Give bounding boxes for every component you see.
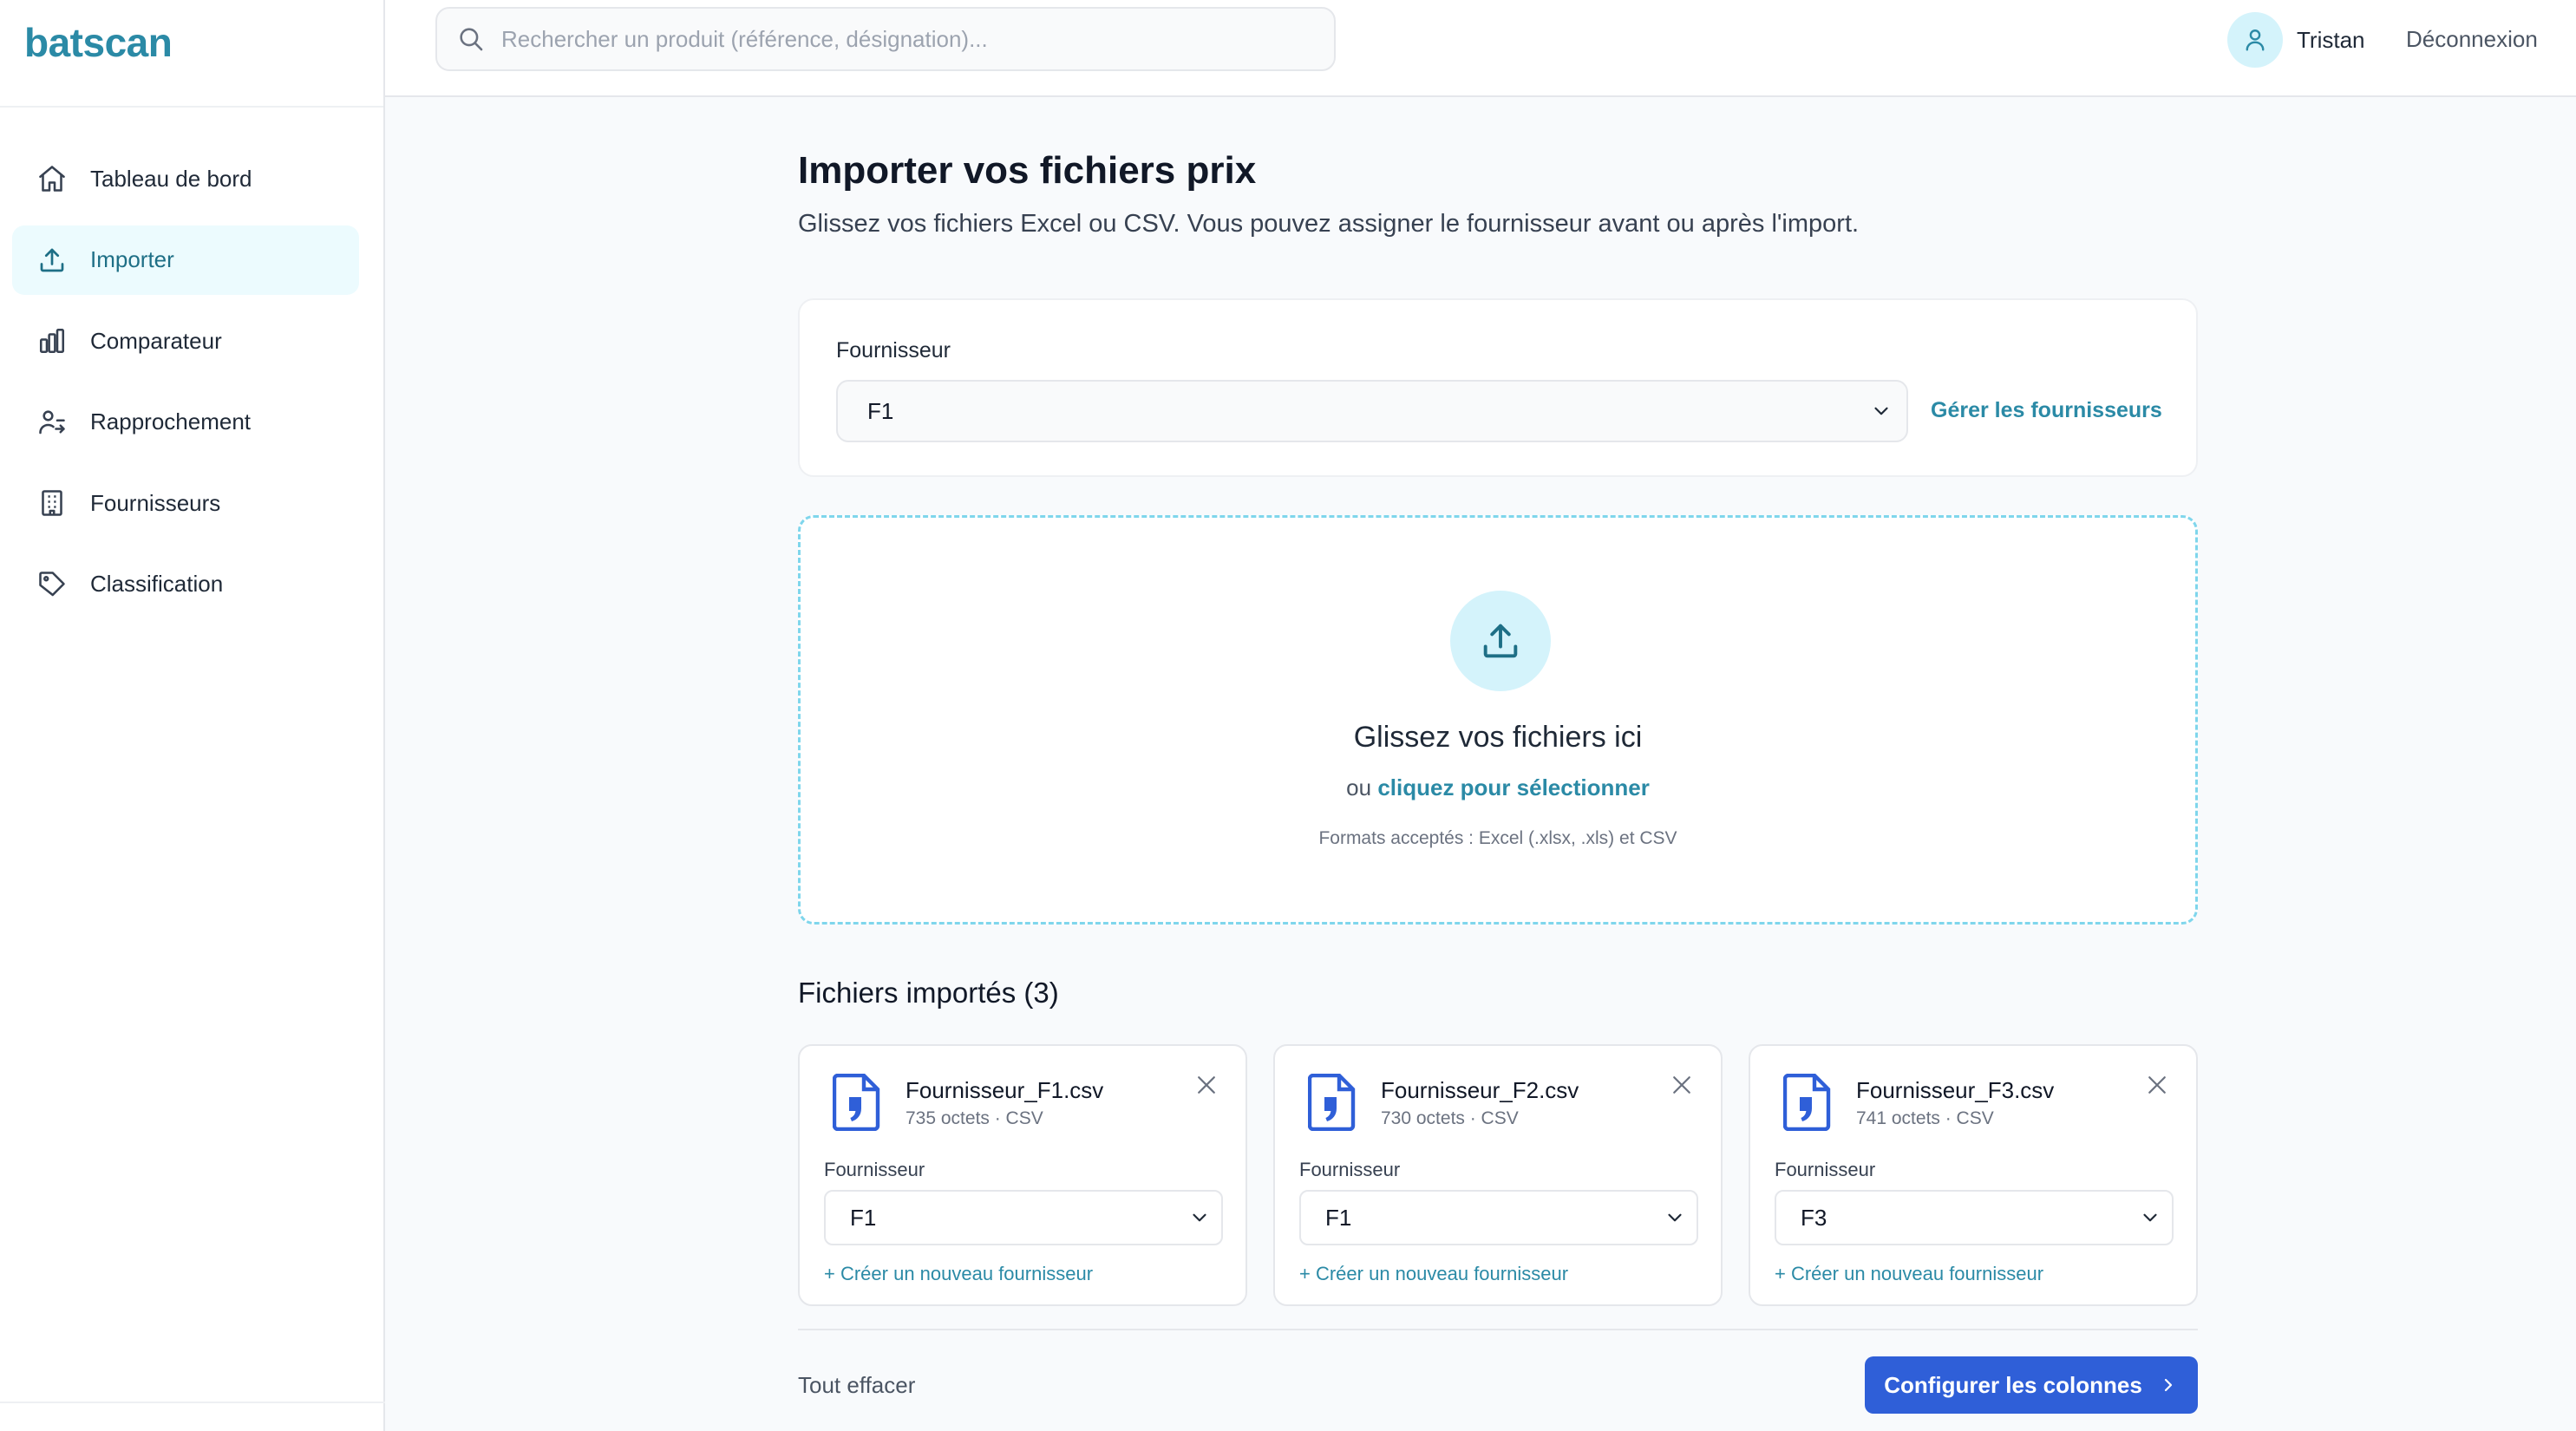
sidebar-item-tableau-de-bord[interactable]: Tableau de bord: [12, 144, 359, 213]
configure-columns-label: Configurer les colonnes: [1884, 1371, 2142, 1398]
sidebar-item-label: Classification: [90, 571, 224, 597]
file-supplier-select[interactable]: F1: [824, 1190, 1223, 1245]
file-dropzone[interactable]: Glissez vos fichiers ici ou cliquez pour…: [798, 515, 2198, 925]
csv-file-icon: [1782, 1073, 1832, 1132]
search-box[interactable]: [435, 7, 1336, 71]
file-card: Fournisseur_F2.csv 730 octets · CSV Four…: [1273, 1044, 1723, 1306]
dropzone-upload-badge: [1450, 591, 1551, 691]
chevron-right-icon: [2158, 1375, 2179, 1395]
sidebar-item-rapprochement[interactable]: Rapprochement: [12, 388, 359, 457]
bar-chart-icon: [36, 325, 68, 356]
dropzone-prefix: ou: [1346, 774, 1372, 800]
file-supplier-select[interactable]: F1: [1299, 1190, 1698, 1245]
search-input[interactable]: [501, 25, 1282, 53]
chevron-down-icon: [2139, 1206, 2161, 1229]
sidebar-item-label: Comparateur: [90, 327, 222, 354]
user-name: Tristan: [2297, 26, 2365, 53]
supplier-card: Fournisseur F1 Gérer les fournisseurs: [798, 298, 2198, 477]
imported-files-title: Fichiers importés (3): [798, 977, 1059, 1009]
sidebar: batscan Tableau de bord Importer Compara…: [0, 0, 385, 1431]
create-supplier-link[interactable]: + Créer un nouveau fournisseur: [1775, 1263, 2043, 1285]
configure-columns-button[interactable]: Configurer les colonnes: [1865, 1356, 2198, 1414]
select-files-link[interactable]: cliquez pour sélectionner: [1377, 774, 1650, 800]
sidebar-divider: [0, 1402, 385, 1403]
csv-file-icon: [832, 1073, 881, 1132]
sidebar-item-label: Tableau de bord: [90, 165, 252, 192]
remove-file-close-icon[interactable]: [1193, 1072, 1219, 1098]
file-supplier-value: F1: [1325, 1204, 1352, 1231]
topbar: Tristan Déconnexion: [385, 0, 2576, 97]
chevron-down-icon: [1188, 1206, 1211, 1229]
sidebar-item-label: Fournisseurs: [90, 489, 221, 516]
create-supplier-link[interactable]: + Créer un nouveau fournisseur: [824, 1263, 1093, 1285]
reconcile-icon: [36, 407, 68, 438]
file-supplier-value: F1: [850, 1204, 877, 1231]
sidebar-item-label: Rapprochement: [90, 408, 251, 435]
create-supplier-link[interactable]: + Créer un nouveau fournisseur: [1299, 1263, 1568, 1285]
chevron-down-icon: [1870, 400, 1893, 422]
file-supplier-label: Fournisseur: [824, 1159, 925, 1180]
footer-divider: [798, 1329, 2198, 1330]
page-subtitle: Glissez vos fichiers Excel ou CSV. Vous …: [798, 210, 1860, 238]
sidebar-item-fournisseurs[interactable]: Fournisseurs: [12, 468, 359, 538]
upload-icon: [36, 245, 68, 276]
sidebar-item-comparateur[interactable]: Comparateur: [12, 306, 359, 376]
file-meta: 735 octets · CSV: [906, 1108, 1043, 1128]
supplier-label: Fournisseur: [836, 338, 951, 363]
file-name: Fournisseur_F2.csv: [1381, 1077, 1579, 1103]
building-icon: [36, 487, 68, 519]
search-icon: [456, 24, 486, 54]
file-supplier-value: F3: [1801, 1204, 1827, 1231]
chevron-down-icon: [1664, 1206, 1686, 1229]
home-icon: [36, 163, 68, 194]
file-supplier-select[interactable]: F3: [1775, 1190, 2174, 1245]
supplier-select-value: F1: [867, 397, 894, 424]
sidebar-nav: Tableau de bord Importer Comparateur Rap…: [12, 144, 359, 631]
remove-file-close-icon[interactable]: [2144, 1072, 2170, 1098]
dropzone-formats: Formats acceptés : Excel (.xlsx, .xls) e…: [1318, 828, 1677, 848]
dropzone-subtitle: ou cliquez pour sélectionner: [801, 774, 2195, 801]
file-name: Fournisseur_F1.csv: [906, 1077, 1104, 1103]
manage-suppliers-link[interactable]: Gérer les fournisseurs: [1931, 398, 2162, 423]
file-meta: 730 octets · CSV: [1381, 1108, 1519, 1128]
brand-logo[interactable]: batscan: [24, 19, 173, 66]
supplier-select[interactable]: F1: [836, 380, 1908, 442]
file-supplier-label: Fournisseur: [1299, 1159, 1401, 1180]
brand-area: batscan: [0, 0, 383, 108]
file-card: Fournisseur_F1.csv 735 octets · CSV Four…: [798, 1044, 1247, 1306]
file-meta: 741 octets · CSV: [1856, 1108, 1994, 1128]
file-supplier-label: Fournisseur: [1775, 1159, 1876, 1180]
remove-file-close-icon[interactable]: [1669, 1072, 1695, 1098]
file-name: Fournisseur_F3.csv: [1856, 1077, 2055, 1103]
csv-file-icon: [1307, 1073, 1357, 1132]
sidebar-item-importer[interactable]: Importer: [12, 225, 359, 295]
logout-link[interactable]: Déconnexion: [2406, 26, 2538, 53]
sidebar-item-classification[interactable]: Classification: [12, 550, 359, 619]
tag-icon: [36, 569, 68, 600]
file-card: Fournisseur_F3.csv 741 octets · CSV Four…: [1749, 1044, 2198, 1306]
page-title: Importer vos fichiers prix: [798, 149, 1257, 192]
upload-icon: [1478, 618, 1523, 663]
dropzone-title: Glissez vos fichiers ici: [1353, 721, 1643, 754]
user-menu[interactable]: Tristan: [2227, 12, 2365, 68]
app-root: batscan Tableau de bord Importer Compara…: [0, 0, 2576, 1431]
avatar[interactable]: [2227, 12, 2283, 68]
sidebar-item-label: Importer: [90, 246, 174, 272]
clear-all-button[interactable]: Tout effacer: [798, 1372, 915, 1399]
